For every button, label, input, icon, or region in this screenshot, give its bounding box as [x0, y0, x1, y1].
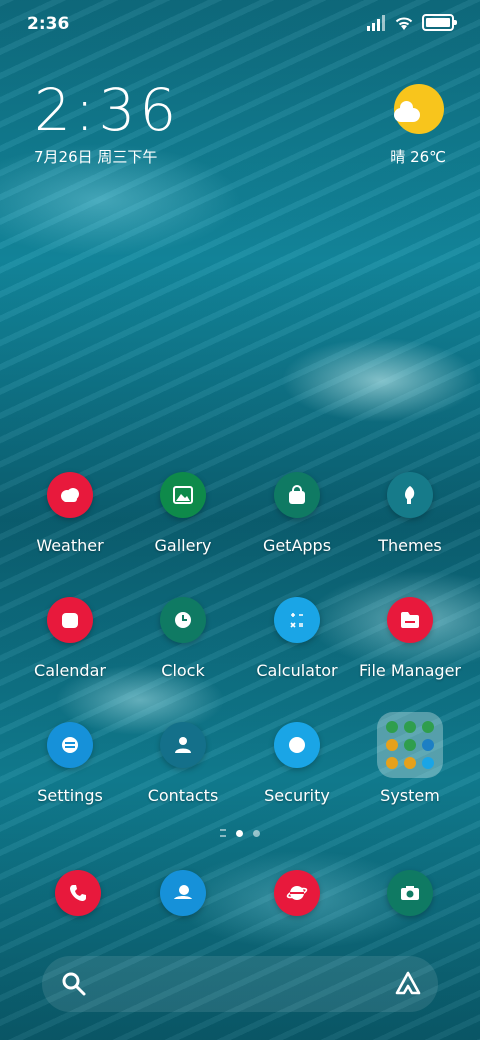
clock-icon [160, 597, 206, 643]
page-indicator[interactable] [0, 829, 480, 837]
wifi-icon [395, 17, 413, 30]
folder-system[interactable]: System [353, 712, 467, 805]
status-bar: 2:36 [0, 0, 480, 50]
app-file-manager[interactable]: File Manager [353, 597, 467, 680]
file-manager-icon [387, 597, 433, 643]
minus-one-page-icon [220, 829, 226, 837]
app-themes[interactable]: Themes [353, 472, 467, 555]
app-label: Weather [36, 536, 104, 555]
weather-widget[interactable]: 晴 26℃ [356, 84, 446, 168]
app-label: Contacts [147, 786, 219, 805]
status-icons [366, 14, 457, 31]
dock-phone[interactable] [21, 870, 135, 916]
dock-camera[interactable] [353, 870, 467, 916]
signal-icon [367, 14, 385, 31]
calendar-icon [47, 597, 93, 643]
gallery-icon [160, 472, 206, 518]
app-label: Settings [37, 786, 103, 805]
app-getapps[interactable]: GetApps [240, 472, 354, 555]
app-label: Gallery [154, 536, 212, 555]
page-dot-active [236, 829, 243, 837]
status-time: 2:36 [27, 14, 70, 34]
dock-messages[interactable] [126, 870, 240, 916]
app-label: Security [264, 786, 330, 805]
security-icon [274, 722, 320, 768]
messages-icon [160, 870, 206, 916]
assistant-icon[interactable] [394, 970, 422, 998]
settings-icon [47, 722, 93, 768]
search-icon[interactable] [60, 970, 88, 998]
widget-date: 7月26日 周三下午 [34, 148, 158, 166]
app-label: GetApps [262, 536, 332, 555]
app-security[interactable]: Security [240, 722, 354, 805]
app-label: Clock [161, 661, 205, 680]
camera-icon [387, 870, 433, 916]
app-clock[interactable]: Clock [126, 597, 240, 680]
app-gallery[interactable]: Gallery [126, 472, 240, 555]
search-bar[interactable] [42, 956, 438, 1012]
app-calculator[interactable]: Calculator [240, 597, 354, 680]
app-contacts[interactable]: Contacts [126, 722, 240, 805]
battery-icon [422, 14, 457, 31]
calculator-icon [274, 597, 320, 643]
getapps-icon [274, 472, 320, 518]
themes-icon [387, 472, 433, 518]
phone-icon [55, 870, 101, 916]
browser-icon [274, 870, 320, 916]
app-label: Calculator [256, 661, 338, 680]
widget-time: 2:36 [34, 76, 181, 144]
app-label: Calendar [34, 661, 106, 680]
app-settings[interactable]: Settings [13, 722, 127, 805]
app-calendar[interactable]: Calendar [13, 597, 127, 680]
clock-widget[interactable]: 2:36 7月26日 周三下午 [34, 80, 180, 167]
weather-icon [47, 472, 93, 518]
app-label: File Manager [359, 661, 461, 680]
app-label: System [380, 786, 440, 805]
dock-browser[interactable] [240, 870, 354, 916]
system-folder-icon [377, 712, 443, 778]
app-label: Themes [378, 536, 442, 555]
page-dot [253, 829, 260, 837]
weather-text: 晴 26℃ [390, 148, 446, 166]
contacts-icon [160, 722, 206, 768]
app-weather[interactable]: Weather [13, 472, 127, 555]
cloud-icon [394, 101, 420, 122]
